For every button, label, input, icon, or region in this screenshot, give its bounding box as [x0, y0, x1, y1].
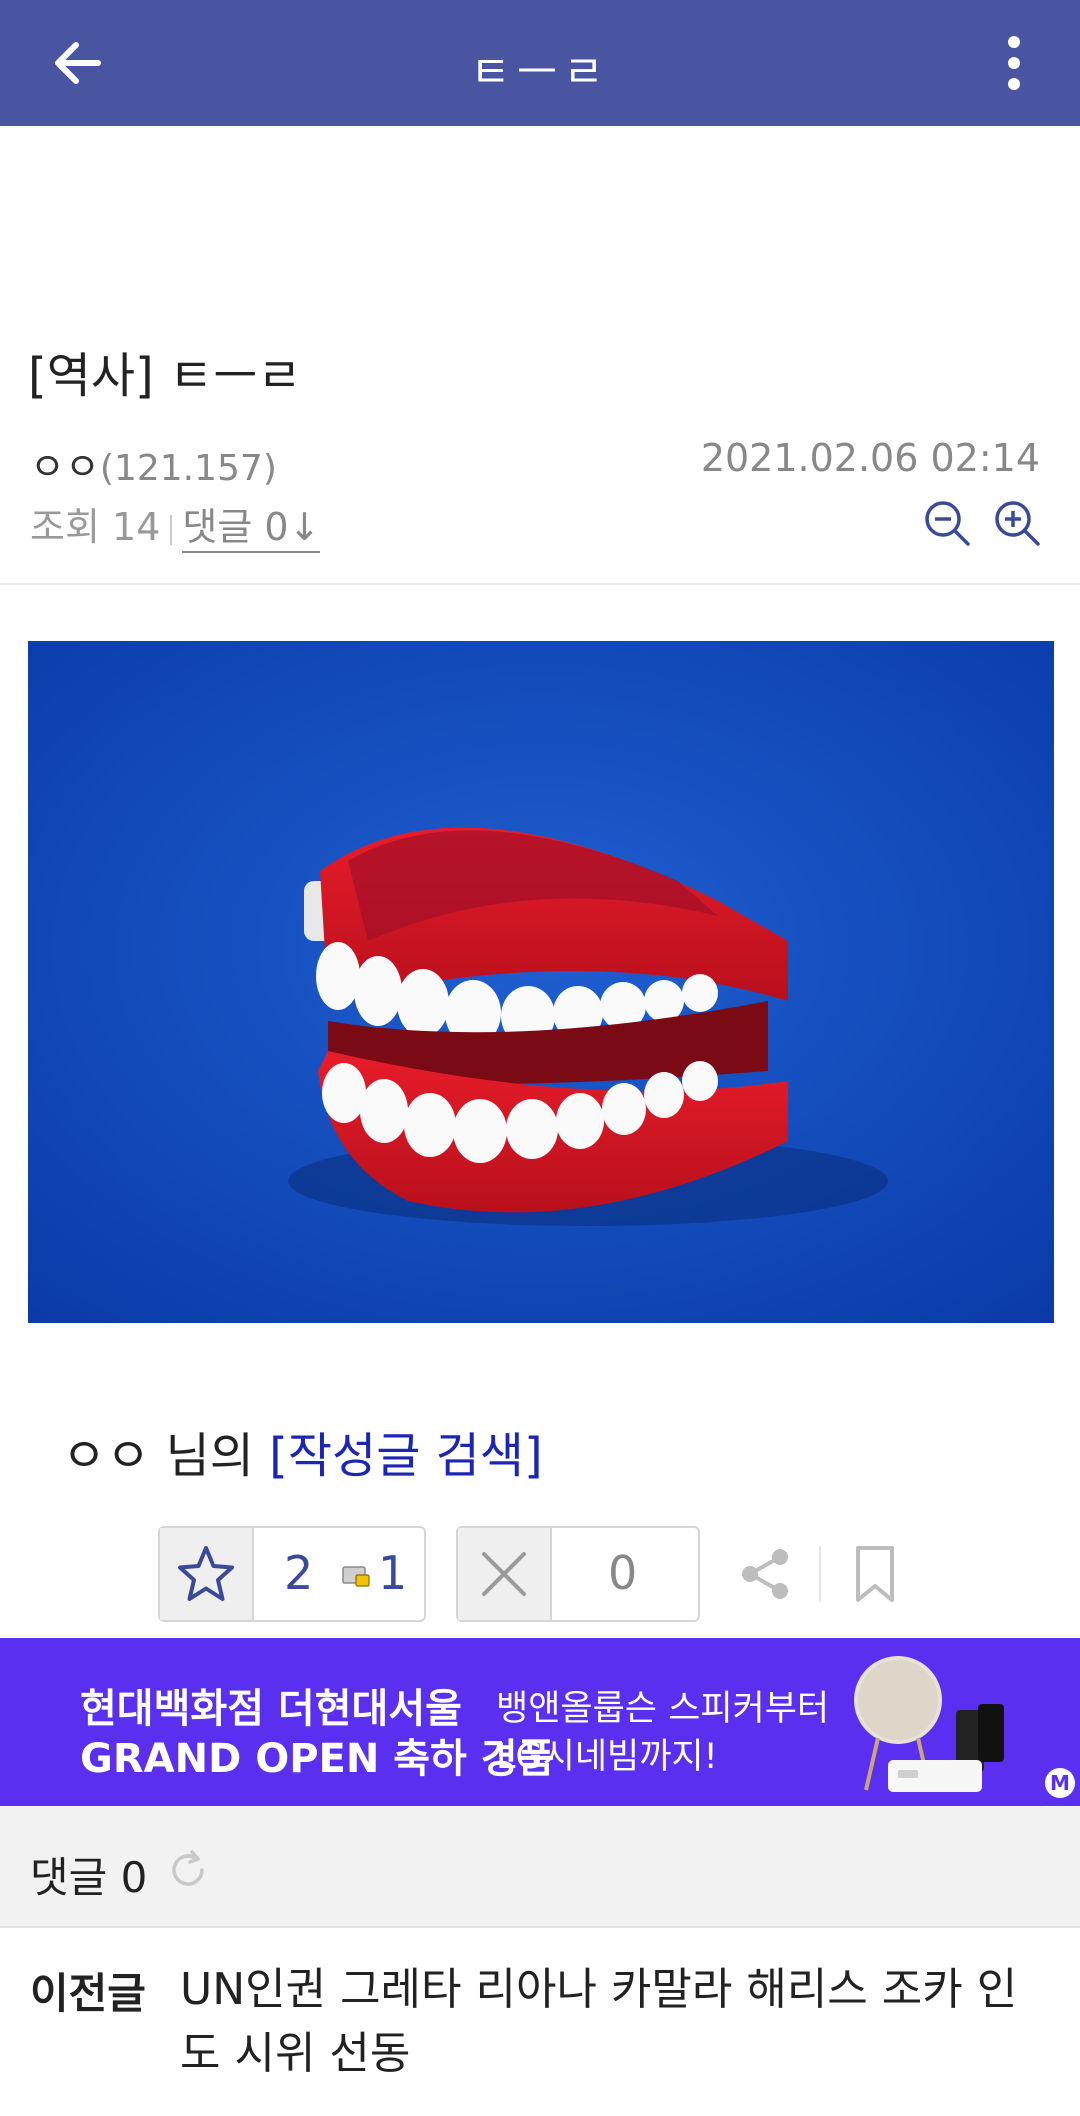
ad-headline-2: GRAND OPEN 축하 경품 [80, 1736, 555, 1782]
ad-subtext-2: LG시네빔까지! [496, 1737, 718, 1777]
views-label: 조회 [30, 505, 100, 549]
views-count: 14 [112, 505, 161, 549]
prev-post-label: 이전글 [30, 1969, 146, 2018]
author-search-name: ㅇㅇ [62, 1428, 151, 1484]
more-vertical-icon[interactable] [994, 30, 1034, 96]
not-recommend-count: 0 [608, 1546, 638, 1600]
ad-subtext-1: 뱅앤올룹슨 스피커부터 [496, 1689, 830, 1729]
comment-count-label: 댓글 0 [30, 1853, 148, 1902]
author-ip: (121.157) [99, 448, 277, 489]
star-icon [178, 1546, 234, 1601]
share-icon[interactable] [738, 1546, 792, 1602]
divider [170, 514, 173, 545]
action-divider [819, 1546, 821, 1602]
post-date: 2021.02.06 02:14 [700, 436, 1040, 480]
post-image[interactable] [28, 641, 1054, 1323]
recommend-icon-cell [160, 1528, 254, 1620]
prev-post-link[interactable]: UN인권 그레타 리아나 카말라 해리스 조카 인도 시위 선동 [180, 1958, 1040, 2086]
top-app-bar: ㅌㅡㄹ [0, 0, 1080, 126]
author-search-suffix: 님의 [150, 1428, 270, 1484]
recommend-count: 2 [284, 1546, 314, 1600]
author-name[interactable]: ㅇㅇ [30, 445, 100, 489]
fixed-recommend-count: 1 [378, 1546, 408, 1600]
post-stats: 조회 14 댓글 0↓ [30, 496, 321, 553]
fixed-recommend-icon [342, 1566, 370, 1587]
comment-count-link[interactable]: 댓글 0↓ [182, 505, 321, 553]
ad-product-image [854, 1656, 1004, 1792]
not-recommend-button[interactable]: 0 [456, 1526, 700, 1622]
author-info: ㅇㅇ(121.157) [30, 436, 277, 491]
page-title: ㅌㅡㄹ [470, 47, 610, 98]
author-posts-search-link[interactable]: [작성글 검색] [269, 1428, 543, 1484]
zoom-out-icon[interactable] [922, 498, 972, 548]
not-recommend-icon-cell [458, 1528, 552, 1620]
header-divider [0, 583, 1080, 585]
zoom-in-icon[interactable] [992, 498, 1042, 548]
comment-section-header: 댓글 0 [0, 1806, 1080, 1928]
ad-banner[interactable]: 현대백화점 더현대서울 GRAND OPEN 축하 경품 뱅앤올룹슨 스피커부터… [0, 1638, 1080, 1806]
author-search: ㅇㅇ 님의 [작성글 검색] [62, 1416, 543, 1486]
refresh-icon[interactable] [166, 1848, 210, 1892]
post-title: [역사] ㅌㅡㄹ [28, 348, 302, 404]
bookmark-icon[interactable] [852, 1544, 898, 1604]
recommend-button[interactable]: 2 1 [158, 1526, 426, 1622]
ad-badge: M [1045, 1768, 1075, 1798]
x-icon [482, 1552, 526, 1596]
